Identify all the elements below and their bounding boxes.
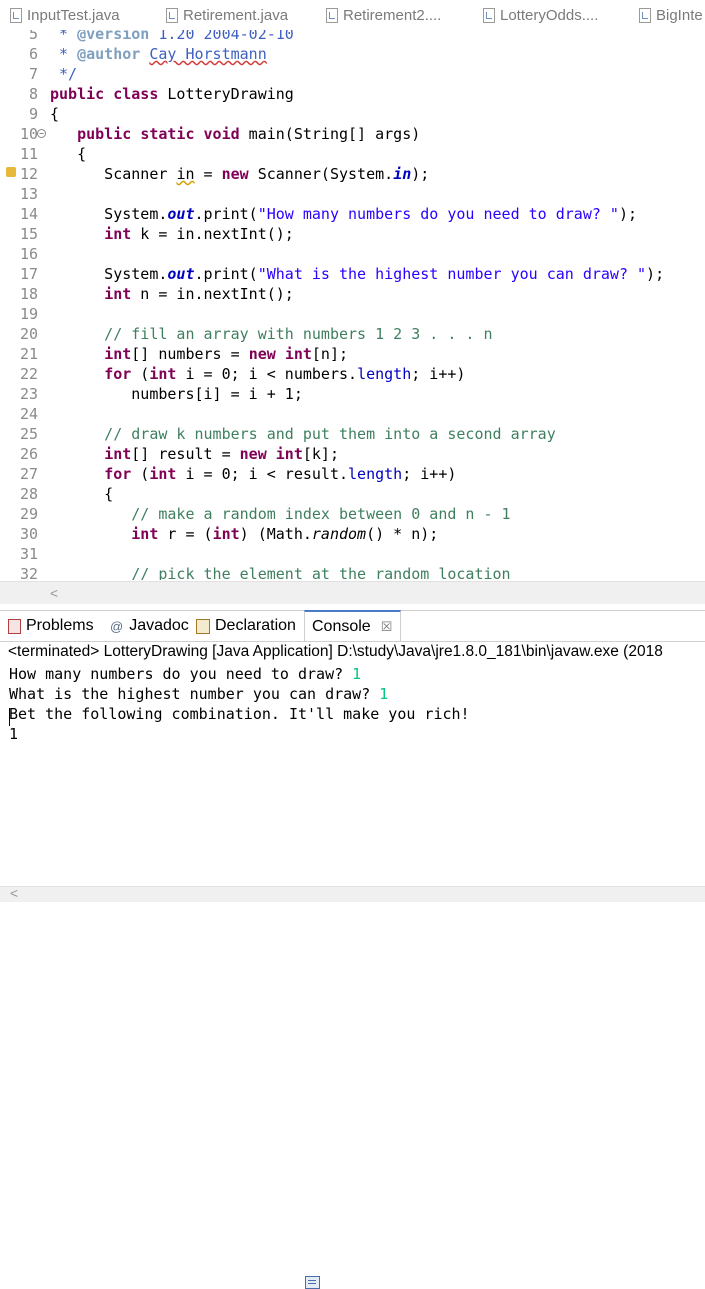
code-line: 13 bbox=[19, 185, 38, 203]
tab-inputtest-java[interactable]: InputTest.java bbox=[10, 0, 120, 30]
code-line: 15 int k = in.nextInt(); bbox=[19, 225, 294, 243]
code-line: 5 * @version 1.20 2004-02-10 bbox=[28, 30, 294, 43]
console-line: What is the highest number you can draw?… bbox=[9, 685, 389, 703]
tab-biginteger-java[interactable]: BigInte bbox=[639, 0, 703, 30]
console-horizontal-scrollbar[interactable]: < bbox=[0, 885, 705, 902]
code-line: 11 { bbox=[19, 145, 87, 163]
code-line: 10− public static void main(String[] arg… bbox=[19, 125, 421, 143]
code-line: 21 int[] numbers = new int[n]; bbox=[19, 345, 349, 363]
java-file-icon bbox=[166, 7, 178, 23]
panel-tab-bar: Problems @ Javadoc Declaration Console ☒ bbox=[0, 610, 705, 1289]
code-line: 16 bbox=[19, 245, 38, 263]
code-line: 31 bbox=[19, 545, 38, 563]
tab-problems-label: Problems bbox=[26, 617, 94, 634]
code-line: 6 * @author Cay Horstmann bbox=[28, 45, 267, 63]
code-line: 28 { bbox=[19, 485, 114, 503]
console-line: 1 bbox=[9, 725, 19, 743]
java-file-icon bbox=[10, 7, 22, 23]
tab-label: Retirement.java bbox=[183, 6, 289, 24]
console-user-input: 1 bbox=[379, 685, 389, 703]
close-tab-icon[interactable]: ☒ bbox=[381, 619, 393, 635]
code-line: 29 // make a random index between 0 and … bbox=[19, 505, 511, 523]
javadoc-author-line: * @author Cay Horstmann bbox=[50, 45, 267, 63]
tab-label: BigInte bbox=[656, 6, 703, 24]
tab-console-label: Console bbox=[312, 617, 371, 635]
scroll-left-arrow-icon[interactable]: < bbox=[50, 585, 58, 601]
scroll-left-arrow-icon[interactable]: < bbox=[10, 885, 18, 901]
tab-declaration[interactable]: Declaration bbox=[196, 611, 296, 641]
code-line: 24 bbox=[19, 405, 38, 423]
code-line: 23 numbers[i] = i + 1; bbox=[19, 385, 303, 403]
tab-javadoc-label: Javadoc bbox=[129, 617, 189, 634]
tab-javadoc[interactable]: @ Javadoc bbox=[110, 611, 189, 641]
code-line: 8 public class LotteryDrawing bbox=[28, 85, 294, 103]
tab-label: InputTest.java bbox=[27, 6, 120, 24]
code-line: 14 System.out.print("How many numbers do… bbox=[19, 205, 638, 223]
console-icon bbox=[305, 1276, 320, 1289]
tab-problems[interactable]: Problems bbox=[8, 611, 94, 641]
code-line: 9{ bbox=[28, 105, 60, 123]
code-line: 12 Scanner in = new Scanner(System.in); bbox=[0, 164, 705, 184]
code-editor[interactable]: 5 * @version 1.20 2004-02-10 6 * @author… bbox=[0, 30, 705, 580]
editor-tab-bar: InputTest.java Retirement.java Retiremen… bbox=[0, 0, 705, 31]
console-output[interactable]: How many numbers do you need to draw? 1 … bbox=[0, 664, 705, 886]
tab-label: LotteryOdds.... bbox=[500, 6, 599, 24]
javadoc-icon: @ bbox=[110, 618, 124, 634]
console-line: How many numbers do you need to draw? 1 bbox=[9, 665, 362, 683]
code-line: 30 int r = (int) (Math.random() * n); bbox=[19, 525, 439, 543]
tab-declaration-label: Declaration bbox=[215, 617, 296, 634]
tab-console[interactable]: Console ☒ bbox=[304, 610, 402, 1289]
java-file-icon bbox=[483, 7, 495, 23]
console-line: Bet the following combination. It'll mak… bbox=[9, 705, 470, 723]
fold-toggle-icon[interactable]: − bbox=[37, 129, 46, 138]
code-line: 7 */ bbox=[28, 65, 78, 83]
tab-lotteryodds-java[interactable]: LotteryOdds.... bbox=[483, 0, 598, 30]
tab-retirement2-java[interactable]: Retirement2.... bbox=[326, 0, 441, 30]
code-line: 27 for (int i = 0; i < result.length; i+… bbox=[19, 465, 457, 483]
text-caret bbox=[9, 708, 10, 726]
code-line: 18 int n = in.nextInt(); bbox=[19, 285, 294, 303]
code-line: 26 int[] result = new int[k]; bbox=[19, 445, 339, 463]
console-user-input: 1 bbox=[352, 665, 362, 683]
code-line: 20 // fill an array with numbers 1 2 3 .… bbox=[19, 325, 493, 343]
code-line: 19 bbox=[19, 305, 38, 323]
editor-horizontal-scrollbar[interactable]: < bbox=[0, 581, 705, 604]
code-line: 32 // pick the element at the random loc… bbox=[19, 565, 511, 580]
console-status: <terminated> LotteryDrawing [Java Applic… bbox=[8, 643, 663, 660]
code-line: 17 System.out.print("What is the highest… bbox=[19, 265, 665, 283]
code-line: 22 for (int i = 0; i < numbers.length; i… bbox=[19, 365, 466, 383]
tab-label: Retirement2.... bbox=[343, 6, 442, 24]
java-file-icon bbox=[326, 7, 338, 23]
problems-icon bbox=[8, 618, 21, 634]
tab-retirement-java[interactable]: Retirement.java bbox=[166, 0, 288, 30]
java-file-icon bbox=[639, 7, 651, 23]
code-line: 25 // draw k numbers and put them into a… bbox=[19, 425, 556, 443]
declaration-icon bbox=[196, 618, 210, 634]
